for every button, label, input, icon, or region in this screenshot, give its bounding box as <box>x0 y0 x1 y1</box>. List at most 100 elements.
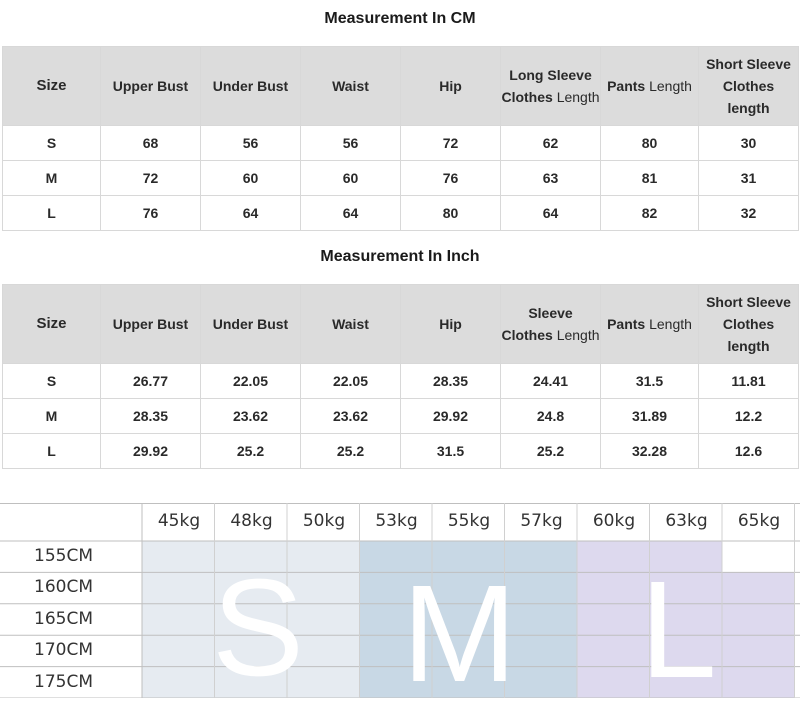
table-row: L 29.92 25.2 25.2 31.5 25.2 32.28 12.6 <box>2 433 799 469</box>
header-sleeve-length: Sleeve Clothes Length <box>500 284 601 364</box>
table-row: M 72 60 60 76 63 81 31 <box>2 160 799 196</box>
header-long-sleeve-length: Long Sleeve Clothes Length <box>500 46 601 126</box>
header-part: Length <box>556 89 600 105</box>
table-cell: 56 <box>300 125 401 161</box>
header-part: Short Sleeve <box>706 56 791 72</box>
header-size: Size <box>2 284 101 364</box>
size-letter-m: M <box>402 557 517 711</box>
table-cell: 23.62 <box>200 398 301 434</box>
weight-label: 55kg <box>447 511 491 531</box>
header-hip: Hip <box>400 46 501 126</box>
table-cell: M <box>2 160 101 196</box>
header-part: Length <box>556 327 600 343</box>
table-row: S 26.77 22.05 22.05 28.35 24.41 31.5 11.… <box>2 363 799 399</box>
table-cell: 22.05 <box>300 363 401 399</box>
table-cell: L <box>2 195 101 231</box>
table-cell: 76 <box>400 160 501 196</box>
height-label: 165CM <box>34 608 93 629</box>
header-waist: Waist <box>300 46 401 126</box>
header-size: Size <box>2 46 101 126</box>
table-cell: 32.28 <box>600 433 699 469</box>
table-cell: 64 <box>300 195 401 231</box>
header-part: length <box>727 100 770 116</box>
table-row: M 28.35 23.62 23.62 29.92 24.8 31.89 12.… <box>2 398 799 434</box>
table-cell: 22.05 <box>200 363 301 399</box>
cm-measurement-table: Size Upper Bust Under Bust Waist Hip Lon… <box>2 46 799 231</box>
size-letter-l: L <box>640 553 717 707</box>
table-cell: 32 <box>698 195 799 231</box>
header-pants-length: Pants Length <box>600 46 699 126</box>
table-cell: 76 <box>100 195 201 231</box>
table-cell: 31.89 <box>600 398 699 434</box>
table-cell: 26.77 <box>100 363 201 399</box>
table-cell: M <box>2 398 101 434</box>
table-cell: 23.62 <box>300 398 401 434</box>
table-row: S 68 56 56 72 62 80 30 <box>2 125 799 161</box>
height-label: 175CM <box>34 671 93 692</box>
header-part: Clothes <box>722 316 775 332</box>
table-cell: 80 <box>600 125 699 161</box>
table-cell: 81 <box>600 160 699 196</box>
table-cell: 60 <box>300 160 401 196</box>
table-cell: 31.5 <box>400 433 501 469</box>
table-cell: 11.81 <box>698 363 799 399</box>
table-cell: 80 <box>400 195 501 231</box>
table-cell: 31 <box>698 160 799 196</box>
height-label: 170CM <box>34 640 93 661</box>
table-cell: 30 <box>698 125 799 161</box>
table-cell: 12.2 <box>698 398 799 434</box>
table-cell: 28.35 <box>400 363 501 399</box>
table-cell: 12.6 <box>698 433 799 469</box>
height-weight-size-grid: 45kg 48kg 50kg 53kg 55kg 57kg 60kg 63kg 65kg 155C… <box>0 503 800 707</box>
table-cell: 25.2 <box>500 433 601 469</box>
table-cell: 64 <box>200 195 301 231</box>
header-part: length <box>727 338 770 354</box>
weight-label: 57kg <box>520 511 563 531</box>
header-upper-bust: Upper Bust <box>100 284 201 364</box>
header-part: Clothes <box>501 327 553 343</box>
table-cell: 29.92 <box>100 433 201 469</box>
inch-table-title: Measurement In Inch <box>320 248 480 265</box>
table-cell: 62 <box>500 125 601 161</box>
weight-label: 63kg <box>665 511 708 531</box>
weight-label: 45kg <box>157 511 201 531</box>
table-cell: S <box>2 363 101 399</box>
header-waist: Waist <box>300 284 401 364</box>
table-header-row: Size Upper Bust Under Bust Waist Hip Lon… <box>2 46 799 126</box>
inch-measurement-table: Size Upper Bust Under Bust Waist Hip Sle… <box>2 284 799 469</box>
table-cell: L <box>2 433 101 469</box>
table-cell: 24.8 <box>500 398 601 434</box>
table-row: L 76 64 64 80 64 82 32 <box>2 195 799 231</box>
header-part: Length <box>649 78 692 94</box>
table-cell: 25.2 <box>200 433 301 469</box>
header-part: Pants <box>607 78 646 94</box>
table-cell: 68 <box>100 125 201 161</box>
table-cell: 63 <box>500 160 601 196</box>
header-part: Long Sleeve <box>509 67 592 83</box>
header-pants-length: Pants Length <box>600 284 699 364</box>
header-short-sleeve-length: Short Sleeve Clothes length <box>698 284 799 364</box>
empty-cell <box>722 541 795 573</box>
weight-label: 48kg <box>230 511 273 531</box>
header-hip: Hip <box>400 284 501 364</box>
height-label: 155CM <box>34 546 93 566</box>
header-part: Short Sleeve <box>706 294 791 310</box>
table-cell: 28.35 <box>100 398 201 434</box>
table-cell: 60 <box>200 160 301 196</box>
table-cell: 72 <box>100 160 201 196</box>
header-part: Pants <box>607 316 646 332</box>
header-upper-bust: Upper Bust <box>100 46 201 126</box>
header-under-bust: Under Bust <box>200 284 301 364</box>
table-cell: 31.5 <box>600 363 699 399</box>
table-cell: 56 <box>200 125 301 161</box>
height-label: 160CM <box>34 577 93 598</box>
cm-table-title: Measurement In CM <box>324 10 476 27</box>
header-part: Clothes <box>722 78 775 94</box>
header-under-bust: Under Bust <box>200 46 301 126</box>
weight-label: 60kg <box>592 511 636 531</box>
header-short-sleeve-length: Short Sleeve Clothes length <box>698 46 799 126</box>
table-cell: 29.92 <box>400 398 501 434</box>
table-header-row: Size Upper Bust Under Bust Waist Hip Sle… <box>2 284 799 364</box>
weight-label: 50kg <box>302 511 346 531</box>
header-part: Sleeve <box>528 305 573 321</box>
